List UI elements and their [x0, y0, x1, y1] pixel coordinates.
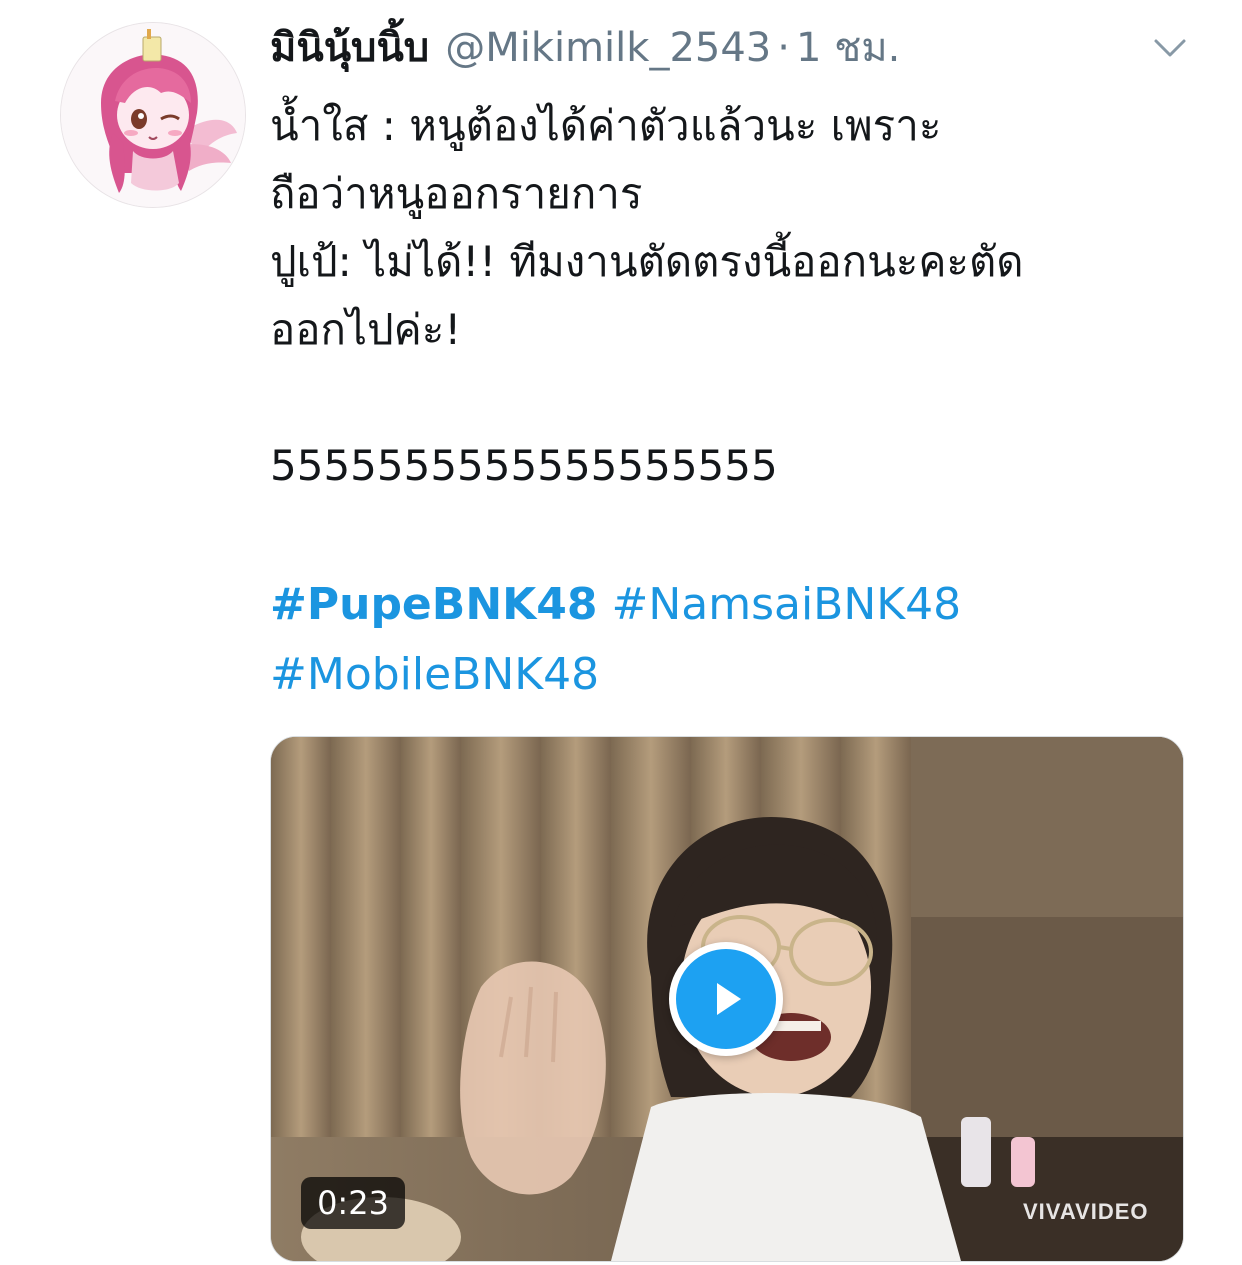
chevron-down-icon [1154, 39, 1186, 57]
video-duration-badge: 0:23 [301, 1177, 405, 1229]
video-player[interactable]: 0:23 VIVAVIDEO [270, 736, 1184, 1262]
video-watermark: VIVAVIDEO [1023, 1199, 1149, 1224]
tweet-text-line: น้ำใส : หนูต้องได้ค่าตัวแล้วนะ เพราะ [270, 101, 942, 150]
hashtag-link[interactable]: #PupeBNK48 [270, 579, 597, 630]
timestamp[interactable]: 1 ชม. [796, 18, 900, 78]
tweet-text: น้ำใส : หนูต้องได้ค่าตัวแล้วนะ เพราะ ถือ… [270, 92, 1190, 500]
display-name[interactable]: มินินุุ้บนิ้บ [270, 18, 429, 78]
play-button[interactable] [669, 942, 783, 1056]
user-handle[interactable]: @Mikimilk_2543 [445, 18, 771, 78]
tweet-text-line: ปูเป้: ไม่ได้!! ทีมงานตัดตรงนี้ออกนะคะตั… [270, 237, 1024, 286]
avatar[interactable] [60, 22, 246, 208]
hashtag-link[interactable]: #NamsaiBNK48 [611, 579, 961, 630]
separator-dot: · [777, 25, 790, 71]
more-options-button[interactable] [1150, 28, 1190, 68]
pony-avatar-icon [61, 23, 245, 207]
play-icon [717, 983, 741, 1015]
tweet-text-line: 5555555555555555555 [270, 441, 778, 490]
hashtags: #PupeBNK48 #NamsaiBNK48 #MobileBNK48 [270, 570, 1190, 710]
tweet[interactable]: มินินุุ้บนิ้บ @Mikimilk_2543 · 1 ชม. น้ำ… [0, 0, 1242, 1265]
hashtag-link[interactable]: #MobileBNK48 [270, 649, 599, 700]
tweet-text-line: ออกไปค่ะ! [270, 305, 462, 354]
tweet-text-line: ถือว่าหนูออกรายการ [270, 169, 643, 218]
tweet-header: มินินุุ้บนิ้บ @Mikimilk_2543 · 1 ชม. [270, 18, 900, 78]
